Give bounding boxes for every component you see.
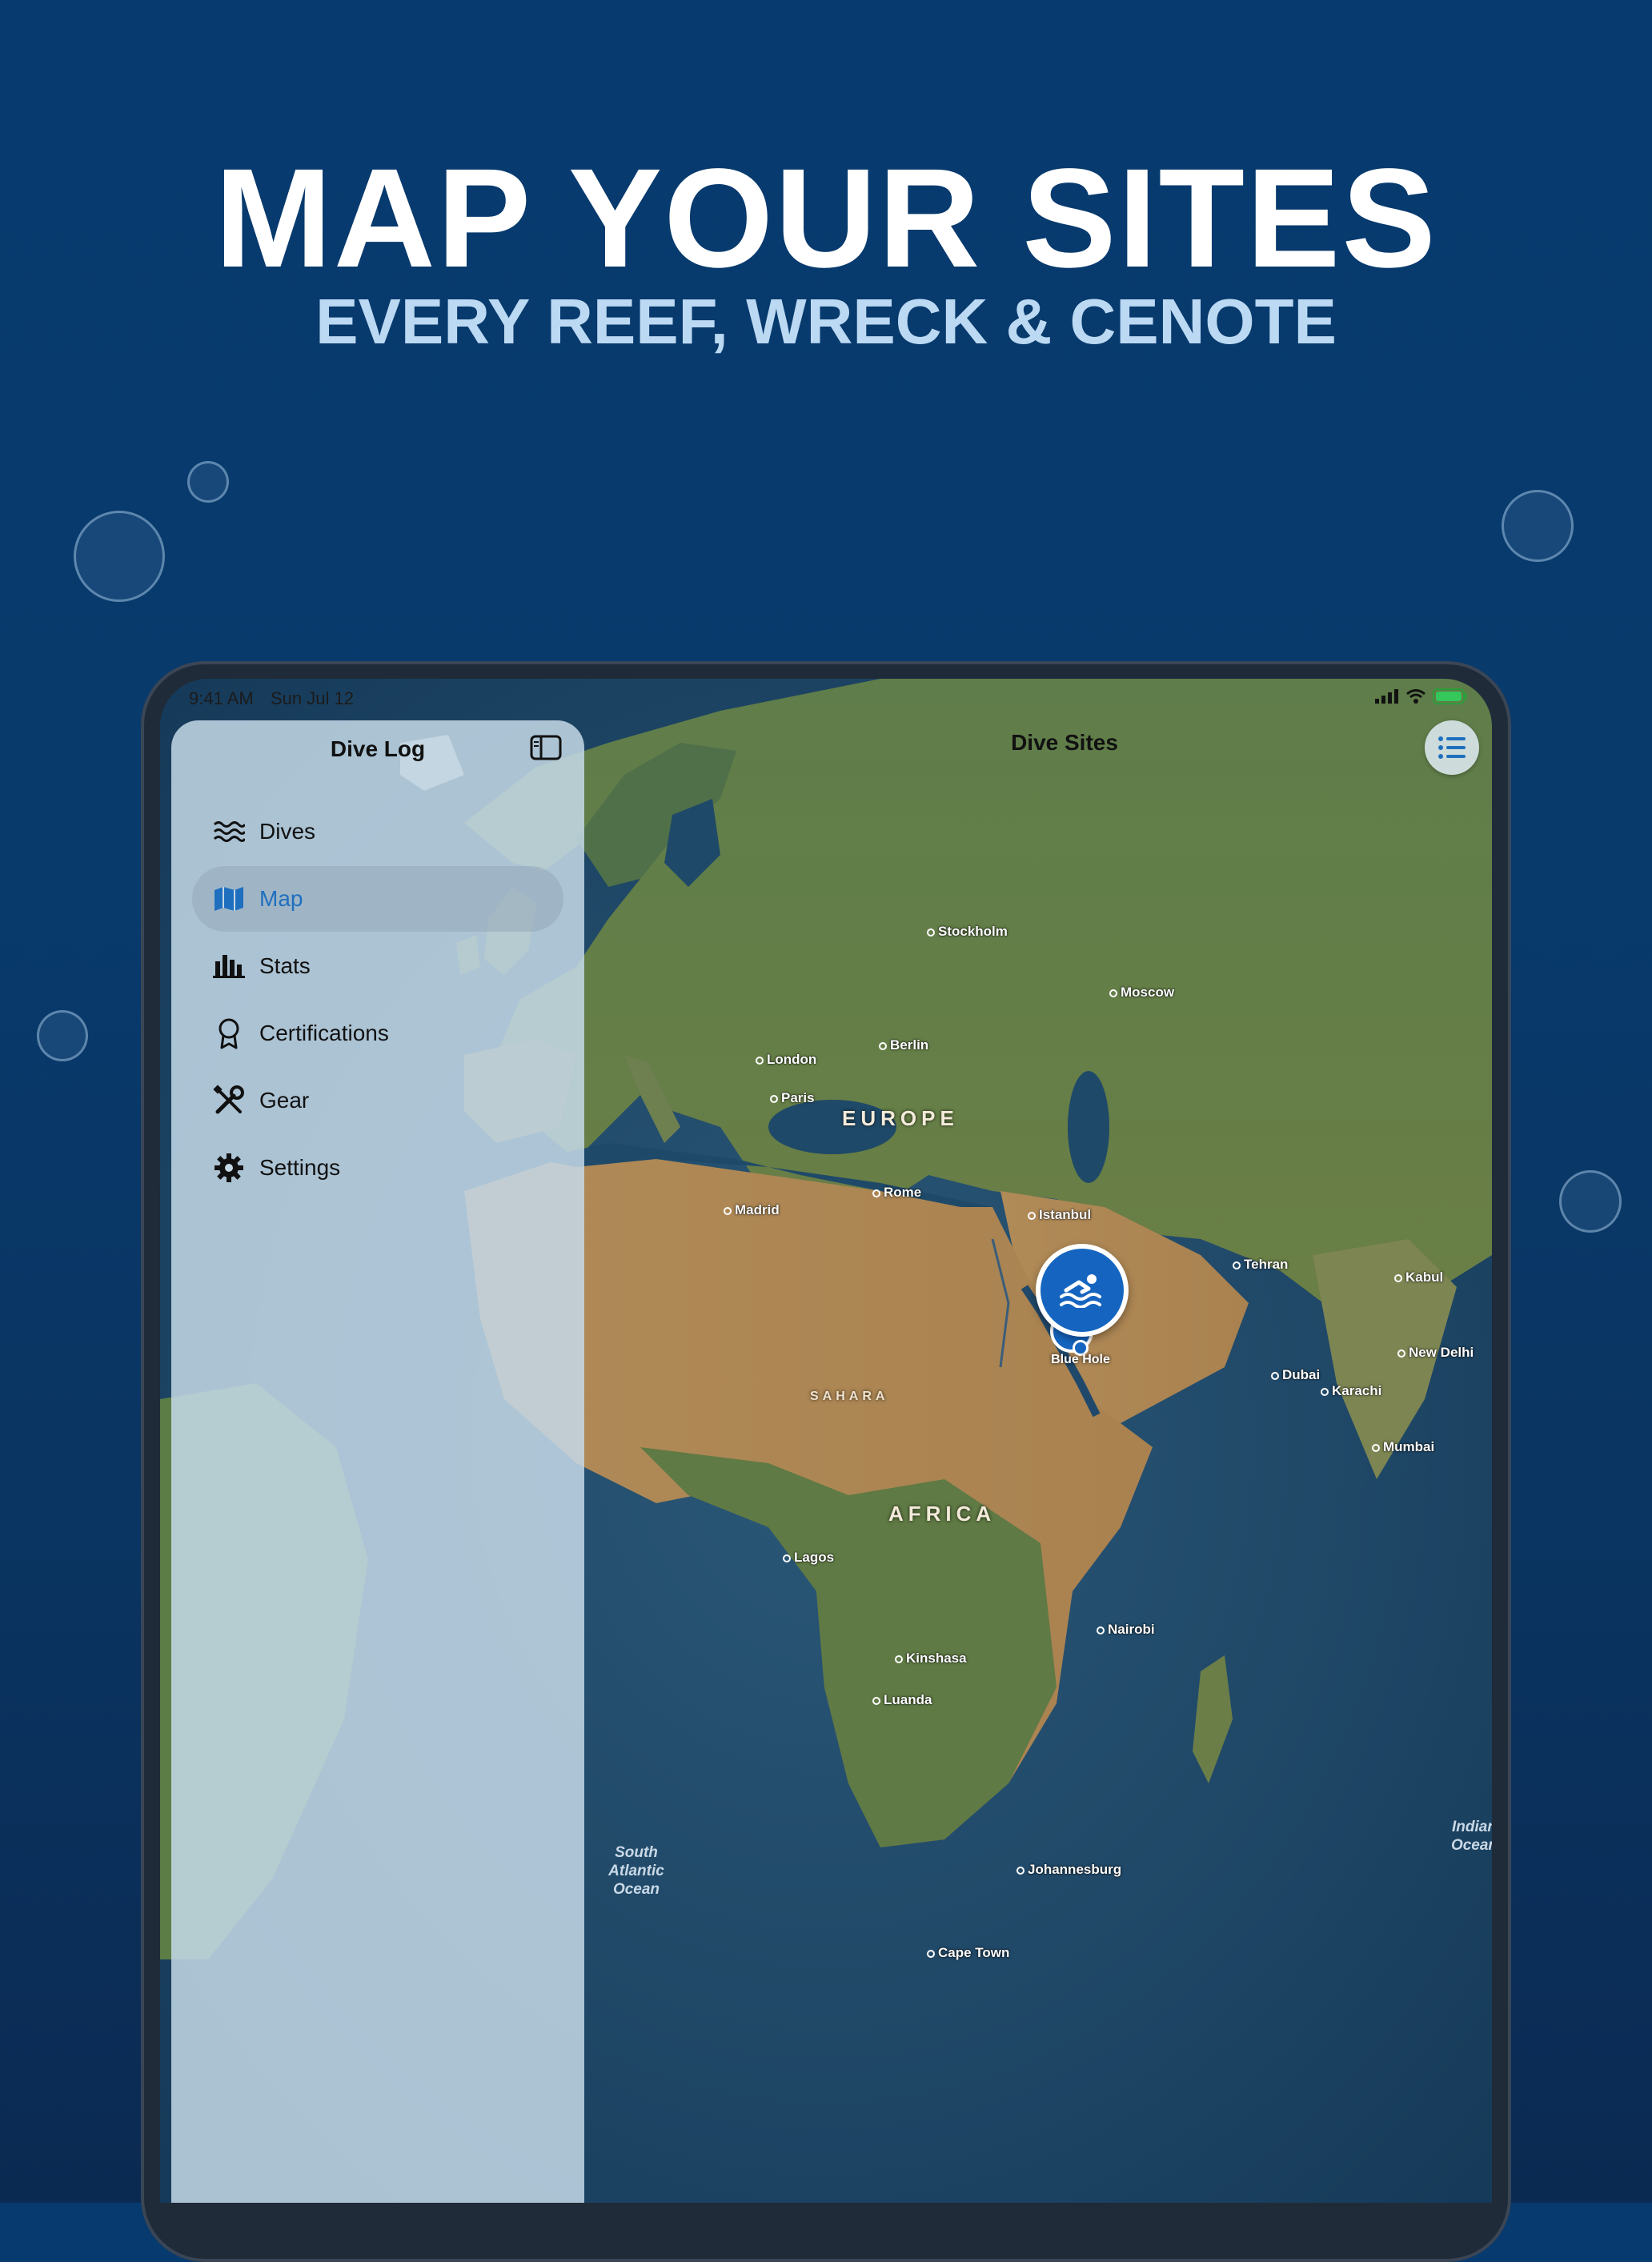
sidebar-item-settings[interactable]: Settings (192, 1135, 563, 1201)
city-label: Paris (770, 1090, 815, 1106)
city-label: Istanbul (1028, 1207, 1091, 1223)
city-label: Kabul (1394, 1269, 1443, 1285)
list-icon (1438, 736, 1466, 759)
sidebar-title: Dive Log (330, 736, 426, 761)
tools-icon (211, 1083, 247, 1118)
bar-chart-icon (211, 949, 247, 984)
hero-subtitle: EVERY REEF, WRECK & CENOTE (315, 286, 1337, 357)
sidebar: Dive Log Dives Map Stats Certifications … (171, 720, 584, 2203)
dive-site-pin[interactable] (1036, 1244, 1129, 1337)
wifi-icon (1406, 689, 1425, 704)
ocean-label-indian: Indian Ocean (1450, 1819, 1492, 1854)
pin-label: Blue Hole (1051, 1353, 1110, 1366)
city-label: Tehran (1233, 1257, 1288, 1273)
sidebar-item-label: Settings (259, 1155, 341, 1180)
region-label-europe: EUROPE (842, 1106, 959, 1130)
city-label: Cape Town (927, 1945, 1009, 1961)
gear-icon (211, 1150, 247, 1185)
decorative-bubble (1502, 490, 1574, 562)
sidebar-item-label: Gear (259, 1088, 310, 1113)
city-label: London (756, 1052, 816, 1068)
sidebar-toggle-button[interactable] (530, 735, 562, 764)
city-label: Kinshasa (895, 1650, 967, 1666)
sidebar-item-map[interactable]: Map (192, 866, 563, 932)
region-label-africa: AFRICA (888, 1502, 996, 1526)
sidebar-item-stats[interactable]: Stats (192, 933, 563, 999)
sidebar-item-label: Certifications (259, 1021, 389, 1045)
map-title: Dive Sites (1011, 730, 1118, 755)
city-label: Madrid (724, 1202, 780, 1218)
decorative-bubble (1559, 1170, 1622, 1233)
list-button[interactable] (1425, 720, 1479, 775)
tablet-screen: 9:41 AM Sun Jul 12 Dive Sites Stockholm … (160, 679, 1492, 2203)
status-date: Sun Jul 12 (271, 688, 354, 708)
battery-icon (1433, 688, 1467, 704)
sidebar-toggle-icon (530, 735, 562, 760)
hero-title: MAP YOUR SITES (215, 140, 1437, 297)
decorative-bubble (74, 511, 165, 602)
ribbon-icon (211, 1016, 247, 1051)
map-icon (211, 881, 247, 916)
signal-icon (1375, 689, 1398, 704)
city-label: Stockholm (927, 924, 1008, 940)
sidebar-item-label: Stats (259, 953, 311, 978)
city-label: Dubai (1271, 1367, 1320, 1383)
swimmer-icon (1060, 1274, 1101, 1308)
waves-icon (211, 814, 247, 849)
sidebar-item-label: Dives (259, 819, 316, 844)
sidebar-item-dives[interactable]: Dives (192, 799, 563, 864)
city-label: Moscow (1109, 985, 1174, 1001)
sidebar-item-gear[interactable]: Gear (192, 1068, 563, 1133)
city-label: Karachi (1321, 1383, 1381, 1399)
status-time: 9:41 AM (189, 688, 254, 708)
city-label: Johannesburg (1016, 1862, 1121, 1878)
status-icons (1375, 688, 1468, 704)
city-label: New Delhi (1397, 1345, 1474, 1361)
city-label: Rome (872, 1185, 921, 1201)
city-label: Berlin (879, 1037, 928, 1053)
city-label: Nairobi (1097, 1622, 1155, 1638)
city-label: Luanda (872, 1692, 932, 1708)
sidebar-item-certifications[interactable]: Certifications (192, 1001, 563, 1066)
decorative-bubble (37, 1010, 88, 1061)
city-label: Mumbai (1372, 1439, 1434, 1455)
region-label-sahara: SAHARA (810, 1390, 889, 1403)
ocean-label-south-atlantic: South Atlantic Ocean (608, 1844, 664, 1898)
sidebar-item-label: Map (259, 886, 303, 911)
city-label: Lagos (783, 1550, 834, 1566)
decorative-bubble (187, 461, 229, 503)
